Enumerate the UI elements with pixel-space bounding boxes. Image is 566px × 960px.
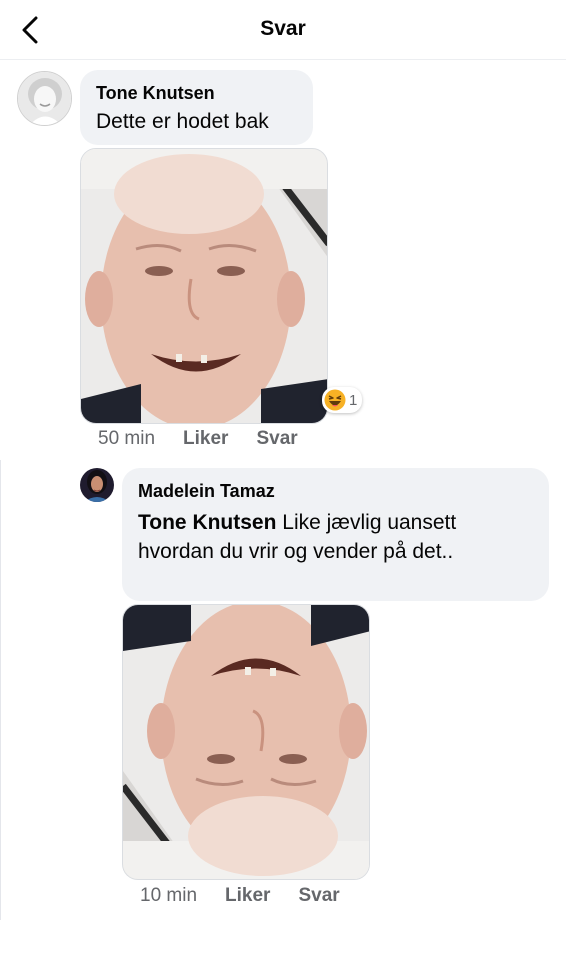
haha-emoji-icon: [324, 389, 346, 411]
reply-like-button[interactable]: Liker: [225, 885, 270, 907]
comment-bubble[interactable]: Tone Knutsen Dette er hodet bak: [80, 70, 313, 145]
mention-link[interactable]: Tone Knutsen: [138, 511, 276, 534]
top-bar: Svar: [0, 0, 566, 60]
like-button[interactable]: Liker: [183, 428, 228, 450]
comment-photo[interactable]: [80, 148, 328, 424]
comment-time[interactable]: 50 min: [98, 428, 155, 450]
reply-photo[interactable]: [122, 604, 370, 880]
reply-button[interactable]: Svar: [256, 428, 297, 450]
comment-text: Dette er hodet bak: [96, 110, 269, 133]
comment-actions: 50 min Liker Svar: [98, 428, 326, 450]
reply-time[interactable]: 10 min: [140, 885, 197, 907]
reply-avatar[interactable]: [80, 468, 114, 502]
reply-reply-button[interactable]: Svar: [298, 885, 339, 907]
reply-author[interactable]: Madelein Tamaz: [138, 480, 533, 502]
reply-actions: 10 min Liker Svar: [140, 885, 368, 907]
page-title: Svar: [260, 17, 306, 40]
avatar[interactable]: [17, 71, 72, 126]
comment-author[interactable]: Tone Knutsen: [96, 82, 297, 104]
reaction-count: 1: [349, 391, 358, 409]
reply-text: Tone Knutsen Like jævlig uansett hvordan…: [138, 508, 533, 566]
reply-bubble[interactable]: Madelein Tamaz Tone Knutsen Like jævlig …: [122, 468, 549, 601]
thread-divider: [0, 460, 1, 920]
reaction-badge[interactable]: 1: [322, 387, 363, 413]
